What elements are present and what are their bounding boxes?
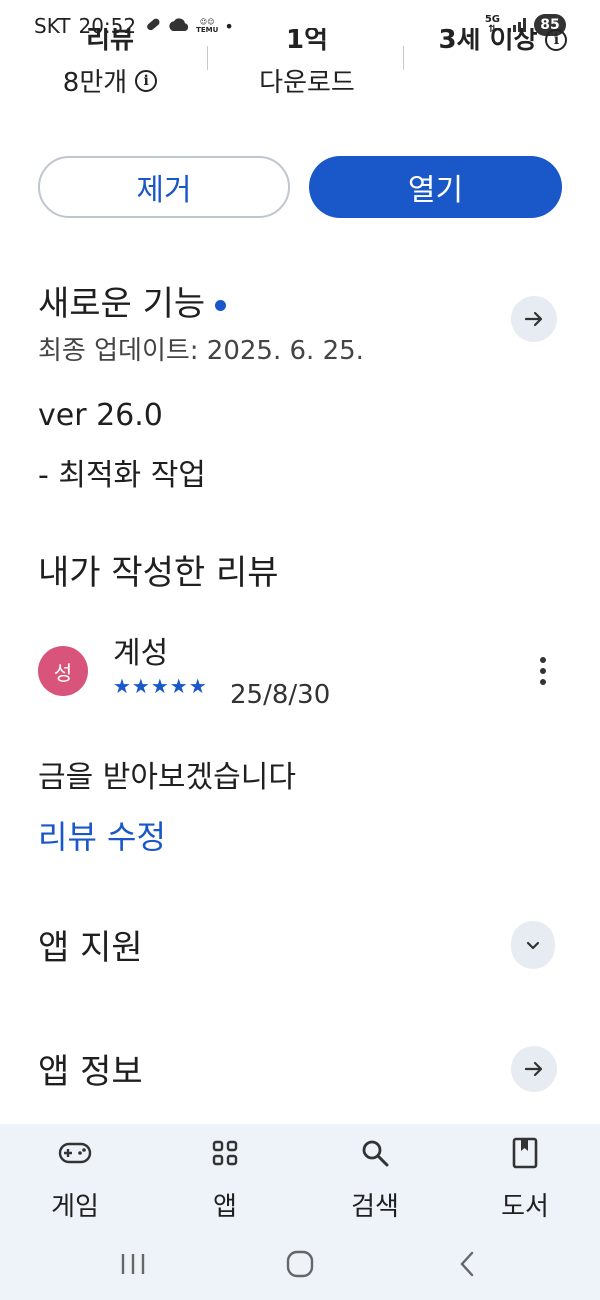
release-notes-text: - 최적화 작업 — [38, 458, 206, 493]
system-navigation-bar — [0, 1228, 600, 1300]
reviewer-name: 계성 — [113, 636, 169, 671]
nav-apps[interactable]: 앱 — [150, 1124, 300, 1228]
avatar: 성 — [38, 646, 88, 696]
nav-apps-label: 앱 — [213, 1192, 237, 1222]
stat-reviews-label-row: 8만개 i — [50, 62, 170, 99]
chevron-down-icon — [526, 941, 540, 950]
back-icon[interactable] — [454, 1248, 480, 1280]
stat-downloads-label: 다운로드 — [259, 68, 355, 98]
new-indicator-dot — [215, 300, 227, 311]
nav-games-label: 게임 — [51, 1192, 99, 1222]
info-icon[interactable]: i — [135, 69, 158, 92]
stat-age-row: 3세 이상 i — [428, 28, 578, 56]
whats-new-title: 새로운 기능 — [38, 284, 206, 324]
app-info-heading[interactable]: 앱 정보 — [38, 1044, 143, 1093]
arrow-right-icon — [524, 311, 543, 327]
home-icon[interactable] — [284, 1248, 316, 1280]
app-support-heading[interactable]: 앱 지원 — [38, 920, 143, 969]
nav-books-label: 도서 — [501, 1192, 549, 1222]
stat-age-rating: 3세 이상 i — [428, 28, 578, 56]
open-button[interactable]: 열기 — [309, 156, 562, 218]
review-text: 금을 받아보겠습니다 — [38, 760, 296, 795]
stat-reviews: 리뷰 8만개 i — [50, 28, 170, 99]
nav-games[interactable]: 게임 — [0, 1124, 150, 1228]
version-text: ver 26.0 — [38, 398, 163, 433]
app-info-arrow-button[interactable] — [511, 1046, 557, 1092]
review-date: 25/8/30 — [230, 680, 331, 710]
search-icon — [360, 1136, 390, 1170]
arrow-right-icon — [524, 1061, 543, 1077]
nav-books[interactable]: 도서 — [450, 1124, 600, 1228]
stat-divider — [207, 46, 208, 70]
edit-review-link[interactable]: 리뷰 수정 — [38, 812, 166, 858]
stat-age-value: 3세 이상 — [438, 28, 538, 55]
info-icon[interactable]: i — [545, 29, 568, 51]
book-icon — [512, 1136, 538, 1170]
nav-search-label: 검색 — [351, 1192, 399, 1222]
avatar-initial: 성 — [53, 660, 73, 685]
whats-new-arrow-button[interactable] — [511, 296, 557, 342]
uninstall-button[interactable]: 제거 — [38, 156, 290, 218]
network-label: 5G — [484, 14, 500, 25]
last-updated-text: 최종 업데이트: 2025. 6. 25. — [38, 336, 364, 366]
more-options-icon[interactable] — [530, 654, 556, 688]
stat-reviews-label: 8만개 — [62, 68, 128, 98]
nav-search[interactable]: 검색 — [300, 1124, 450, 1228]
gamepad-icon — [58, 1136, 92, 1170]
app-stats-row: 리뷰 8만개 i 1억 다운로드 3세 이상 i — [0, 28, 600, 108]
my-review-heading: 내가 작성한 리뷰 — [38, 553, 279, 593]
stat-downloads: 1억 다운로드 — [236, 28, 378, 99]
whats-new-heading[interactable]: 새로운 기능 — [38, 276, 227, 325]
stat-reviews-value: 리뷰 — [86, 28, 134, 55]
recent-apps-icon[interactable] — [116, 1248, 150, 1280]
star-rating: ★★★★★ — [113, 674, 208, 698]
stat-downloads-value: 1억 — [285, 28, 328, 55]
app-support-expand-button[interactable] — [511, 921, 555, 969]
stat-divider — [403, 46, 404, 70]
apps-grid-icon — [211, 1136, 239, 1170]
bottom-navigation: 게임 앱 검색 도서 — [0, 1124, 600, 1228]
